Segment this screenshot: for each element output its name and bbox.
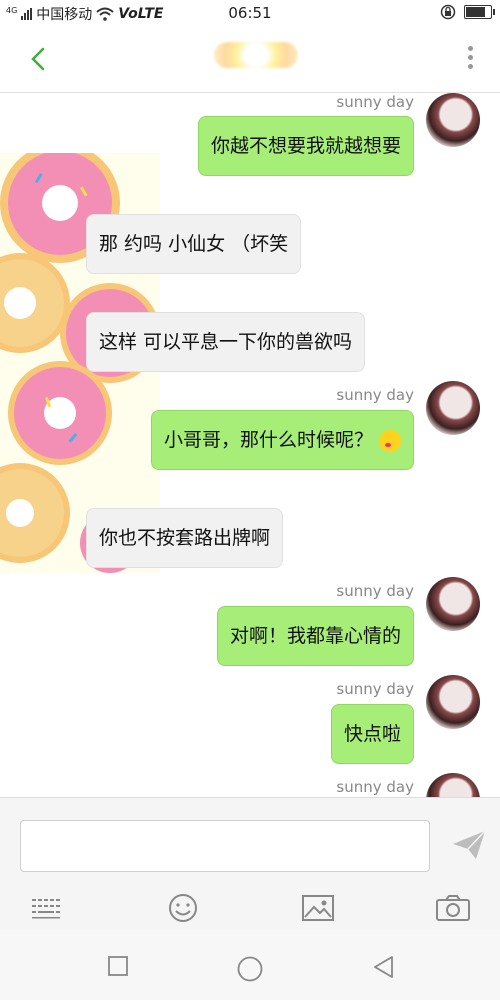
back-chevron-icon[interactable] [26,46,52,72]
status-bar: 4G 中国移动 VoLTE 06:51 [0,0,500,26]
send-icon[interactable] [452,830,486,860]
contact-name-blurred [214,42,298,68]
sender-name: sunny day [336,778,414,796]
message-bubble-incoming[interactable]: 那 约吗 小仙女 （坏笑 [86,214,302,274]
message-text: 小哥哥，那什么时候呢？ [163,429,373,451]
chat-area[interactable]: sunny day 你越不想要我就越想要 那 约吗 小仙女 （坏笑 这样 可以平… [0,93,500,797]
avatar[interactable] [426,773,480,797]
status-right [440,4,495,20]
message-input[interactable] [20,820,430,872]
sender-name: sunny day [336,386,414,404]
chat-header [0,26,500,93]
home-icon[interactable] [236,955,264,983]
message-bubble-incoming[interactable]: 你也不按套路出牌啊 [86,508,284,568]
avatar[interactable] [426,93,480,147]
status-time: 06:51 [228,4,272,22]
keyboard-icon[interactable] [30,893,66,923]
avatar[interactable] [426,577,480,631]
message-bubble-outgoing[interactable]: 小哥哥，那什么时候呢？ [150,410,414,470]
emoji-icon[interactable] [165,893,201,923]
rotation-lock-icon [440,4,456,20]
message-bubble-incoming[interactable]: 这样 可以平息一下你的兽欲吗 [86,312,366,372]
back-icon[interactable] [372,955,396,979]
avatar[interactable] [426,381,480,435]
battery-icon [464,5,495,19]
more-vertical-icon[interactable] [468,46,474,72]
input-area [0,797,500,931]
sender-name: sunny day [336,680,414,698]
system-nav-bar [0,930,500,1000]
battery-level [466,7,485,17]
sender-name: sunny day [336,582,414,600]
kissing-face-emoji-icon [379,429,401,452]
message-bubble-outgoing[interactable]: 对啊！我都靠心情的 [216,606,414,666]
message-bubble-outgoing[interactable]: 你越不想要我就越想要 [197,116,414,176]
sender-name: sunny day [336,93,414,111]
image-icon[interactable] [300,893,336,923]
message-bubble-outgoing[interactable]: 快点啦 [330,704,414,764]
recent-apps-icon[interactable] [107,955,129,977]
avatar[interactable] [426,675,480,729]
camera-icon[interactable] [435,893,471,923]
